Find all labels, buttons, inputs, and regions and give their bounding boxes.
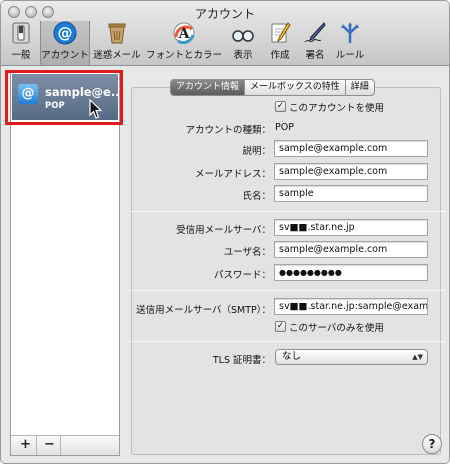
tab-account-info[interactable]: アカウント情報 [171,80,246,95]
pencil-paper-icon [271,22,291,43]
updown-arrows-icon: ▲▼ [412,353,423,361]
password-label: パスワード： [213,270,271,281]
smtp-server-label: 送信用メールサーバ（SMTP）： [136,305,271,316]
account-type-label: アカウントの種類： [185,125,271,136]
password-field[interactable]: ●●●●●●●●● [274,264,428,281]
email-address-label: メールアドレス： [194,169,271,180]
description-label: 説明： [242,146,271,157]
mouse-pointer-icon [89,99,103,119]
switch-icon [12,22,30,44]
smtp-server-field[interactable]: sv■■.star.ne.jp:sample@exampl [274,298,428,315]
tab-mailbox-behaviors[interactable]: メールボックスの特性 [245,80,346,95]
toolbar-viewing-button[interactable]: 表示 [226,21,260,65]
username-field[interactable]: sample@example.com [274,241,428,258]
at-sign-icon: @ [53,21,77,45]
toolbar-label: 一般 [11,50,31,61]
separator [131,211,445,212]
separator [131,341,445,342]
toolbar-label: 署名 [305,50,325,61]
toolbar-label: ルール [335,50,365,61]
accounts-list-footer: + − [11,435,119,455]
toolbar-composing-button[interactable]: 作成 [262,21,298,65]
highlight-annotation [5,70,123,125]
toolbar-label: アカウント [41,50,89,61]
incoming-server-field[interactable]: sv■■.star.ne.jp [274,219,428,236]
tls-certificate-label: TLS 証明書： [212,355,271,366]
pen-signature-icon [304,22,326,43]
settings-tabs: アカウント情報 メールボックスの特性 詳細 [170,79,375,96]
tab-advanced[interactable]: 詳細 [346,80,374,95]
toolbar-label: 表示 [233,50,253,61]
use-account-label: このアカウントを使用 [289,103,385,114]
email-address-field[interactable]: sample@example.com [274,163,428,180]
use-account-checkbox[interactable]: ✓ [275,101,286,112]
rules-icon [341,22,359,43]
toolbar-rules-button[interactable]: ルール [333,21,367,65]
username-label: ユーザ名： [223,247,271,258]
add-account-button[interactable]: + [15,436,37,455]
trash-bin-icon [108,23,126,44]
toolbar-junk-mail-button[interactable]: 迷惑メール [91,21,143,65]
toolbar-accounts-button[interactable]: @ アカウント [40,21,90,65]
separator [131,290,445,291]
tls-certificate-value: なし [282,351,302,362]
toolbar-label: 迷惑メール [93,50,141,61]
toolbar-fonts-colors-button[interactable]: A フォントとカラー [145,21,223,65]
help-button[interactable]: ? [422,434,442,454]
incoming-server-label: 受信用メールサーバ： [176,225,271,236]
svg-text:@: @ [58,24,73,42]
title-bar: アカウント 一般 @ アカウント 迷惑メール A フォントとカラー 表示 作成 … [1,1,449,66]
description-field[interactable]: sample@example.com [274,140,428,157]
use-only-this-server-label: このサーバのみを使用 [289,323,384,334]
toolbar-label: フォントとカラー [145,50,222,61]
toolbar-signatures-button[interactable]: 署名 [298,21,332,65]
toolbar-general-button[interactable]: 一般 [3,21,39,65]
account-type-value: POP [275,122,294,133]
use-only-this-server-checkbox[interactable]: ✓ [275,321,286,332]
font-icon: A [173,22,195,44]
full-name-field[interactable]: sample [274,185,428,202]
remove-account-button[interactable]: − [39,436,61,455]
toolbar-label: 作成 [270,50,290,61]
window-title: アカウント [194,7,255,21]
preferences-window: アカウント 一般 @ アカウント 迷惑メール A フォントとカラー 表示 作成 … [0,0,450,464]
glasses-icon [232,30,254,42]
full-name-label: 氏名： [242,191,271,202]
tls-certificate-select[interactable]: なし ▲▼ [275,349,428,365]
svg-text:A: A [178,26,191,42]
